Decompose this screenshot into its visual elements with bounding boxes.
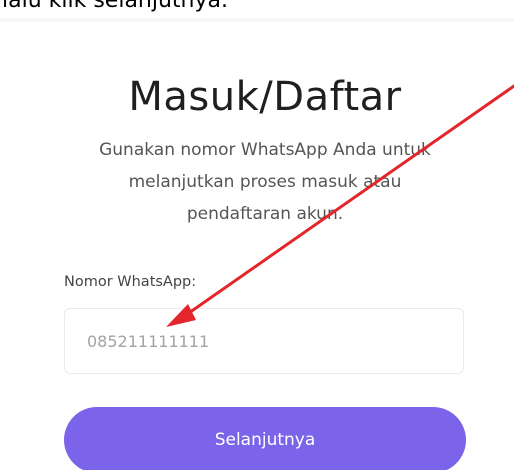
description-line: Gunakan nomor WhatsApp Anda untuk <box>99 140 431 160</box>
next-button[interactable]: Selanjutnya <box>64 407 466 470</box>
page-title: Masuk/Daftar <box>128 74 402 120</box>
description-line: pendaftaran akun. <box>186 204 344 224</box>
whatsapp-number-label: Nomor WhatsApp: <box>64 274 197 290</box>
page-description: Gunakan nomor WhatsApp Anda untuk melanj… <box>50 134 480 230</box>
description-line: melanjutkan proses masuk atau <box>128 172 402 192</box>
instruction-caption: lalu klik selanjutnya. <box>2 0 228 13</box>
whatsapp-number-input[interactable] <box>64 308 464 374</box>
